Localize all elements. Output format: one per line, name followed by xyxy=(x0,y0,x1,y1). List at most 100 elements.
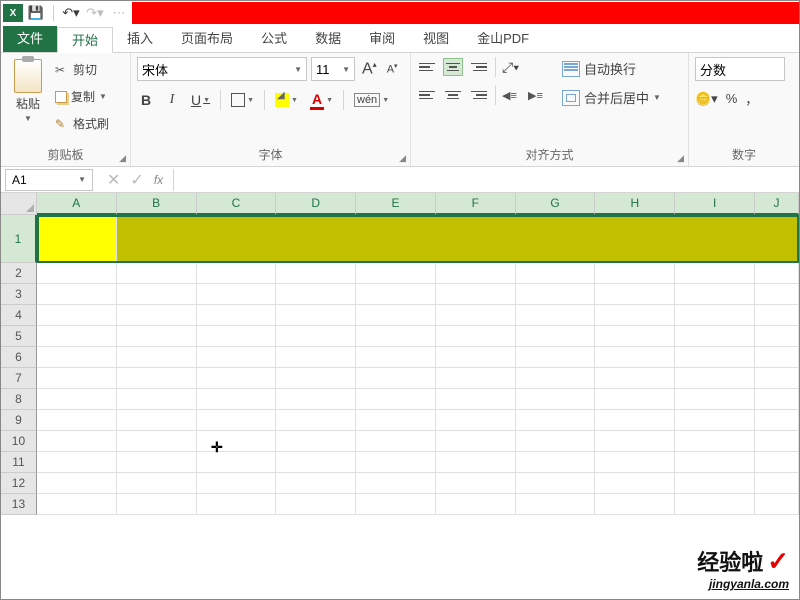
row-header[interactable]: 7 xyxy=(1,368,37,389)
cell[interactable] xyxy=(675,347,755,368)
cell[interactable] xyxy=(117,368,197,389)
dialog-launcher-icon[interactable]: ◢ xyxy=(119,153,126,164)
cell[interactable] xyxy=(675,305,755,326)
cell[interactable] xyxy=(436,305,516,326)
cell[interactable] xyxy=(436,473,516,494)
cell[interactable] xyxy=(675,368,755,389)
cell[interactable] xyxy=(356,431,436,452)
cancel-icon[interactable]: ✕ xyxy=(107,170,120,190)
cell[interactable] xyxy=(356,473,436,494)
align-left-button[interactable] xyxy=(417,86,437,104)
wrap-text-button[interactable]: 自动换行 xyxy=(562,59,661,78)
format-painter-button[interactable]: 格式刷 xyxy=(55,113,109,134)
cell[interactable] xyxy=(276,368,356,389)
cell[interactable] xyxy=(197,284,277,305)
cell[interactable] xyxy=(675,473,755,494)
save-icon[interactable]: 💾 xyxy=(27,4,45,22)
cell[interactable] xyxy=(37,452,117,473)
col-header[interactable]: B xyxy=(117,193,197,215)
cell[interactable] xyxy=(436,368,516,389)
cell[interactable] xyxy=(675,452,755,473)
cell[interactable] xyxy=(516,368,596,389)
cell[interactable] xyxy=(356,347,436,368)
cell[interactable] xyxy=(197,347,277,368)
cell[interactable] xyxy=(197,263,277,284)
col-header[interactable]: J xyxy=(755,193,799,215)
cell[interactable] xyxy=(117,347,197,368)
cell[interactable] xyxy=(755,473,799,494)
cell[interactable] xyxy=(516,410,596,431)
tab-pdf[interactable]: 金山PDF xyxy=(463,26,543,52)
decrease-indent-button[interactable]: ◀≡ xyxy=(502,86,522,104)
cell[interactable] xyxy=(516,431,596,452)
font-name-combo[interactable]: 宋体▼ xyxy=(137,57,307,81)
cell[interactable] xyxy=(755,284,799,305)
select-all-button[interactable] xyxy=(1,193,37,215)
cell[interactable] xyxy=(755,347,799,368)
cell[interactable] xyxy=(356,305,436,326)
cell[interactable] xyxy=(755,410,799,431)
cell[interactable] xyxy=(37,347,117,368)
cut-button[interactable]: 剪切 xyxy=(55,59,109,80)
cell[interactable] xyxy=(356,368,436,389)
cell[interactable] xyxy=(595,326,675,347)
cell[interactable] xyxy=(755,431,799,452)
cell[interactable] xyxy=(37,410,117,431)
cell[interactable] xyxy=(117,410,197,431)
merge-center-button[interactable]: 合并后居中 ▼ xyxy=(562,88,661,107)
cell[interactable] xyxy=(37,473,117,494)
cell[interactable] xyxy=(436,389,516,410)
cell[interactable] xyxy=(197,431,277,452)
cell[interactable] xyxy=(117,326,197,347)
cell[interactable] xyxy=(197,494,277,515)
cell[interactable] xyxy=(436,452,516,473)
row-header[interactable]: 12 xyxy=(1,473,37,494)
align-middle-button[interactable] xyxy=(443,58,463,76)
cell[interactable] xyxy=(675,326,755,347)
col-header[interactable]: A xyxy=(37,193,117,215)
cell[interactable] xyxy=(356,452,436,473)
tab-home[interactable]: 开始 xyxy=(57,27,113,53)
grow-font-button[interactable]: A▴ xyxy=(359,60,380,78)
cell[interactable] xyxy=(356,410,436,431)
cell[interactable] xyxy=(516,263,596,284)
cell[interactable] xyxy=(197,389,277,410)
cell[interactable] xyxy=(755,452,799,473)
cell[interactable] xyxy=(595,452,675,473)
comma-button[interactable]: ， xyxy=(745,89,758,108)
font-color-button[interactable]: A▼ xyxy=(308,89,335,111)
cell[interactable] xyxy=(276,494,356,515)
cell[interactable] xyxy=(276,305,356,326)
align-right-button[interactable] xyxy=(469,86,489,104)
currency-button[interactable]: 🪙▾ xyxy=(695,91,718,107)
tab-file[interactable]: 文件 xyxy=(3,26,57,52)
cell[interactable] xyxy=(276,452,356,473)
cell[interactable] xyxy=(37,305,117,326)
cell[interactable] xyxy=(37,431,117,452)
cell[interactable] xyxy=(436,410,516,431)
cell[interactable] xyxy=(276,473,356,494)
cell[interactable] xyxy=(755,326,799,347)
phonetic-button[interactable]: wén▼ xyxy=(352,89,391,111)
italic-button[interactable]: I xyxy=(163,89,181,111)
cell[interactable] xyxy=(197,410,277,431)
cell[interactable] xyxy=(197,326,277,347)
col-header[interactable]: C xyxy=(197,193,277,215)
align-top-button[interactable] xyxy=(417,58,437,76)
cell[interactable] xyxy=(516,452,596,473)
cell[interactable] xyxy=(595,494,675,515)
cell[interactable] xyxy=(516,494,596,515)
tab-insert[interactable]: 插入 xyxy=(113,26,167,52)
row-header[interactable]: 13 xyxy=(1,494,37,515)
font-size-combo[interactable]: 11▼ xyxy=(311,57,355,81)
tab-formulas[interactable]: 公式 xyxy=(247,26,301,52)
cell[interactable] xyxy=(436,263,516,284)
cell[interactable] xyxy=(356,389,436,410)
cell[interactable] xyxy=(675,389,755,410)
cell[interactable] xyxy=(436,347,516,368)
cell[interactable] xyxy=(37,494,117,515)
increase-indent-button[interactable]: ▶≡ xyxy=(528,86,548,104)
cell[interactable] xyxy=(117,494,197,515)
cell[interactable] xyxy=(675,494,755,515)
cell[interactable] xyxy=(436,494,516,515)
